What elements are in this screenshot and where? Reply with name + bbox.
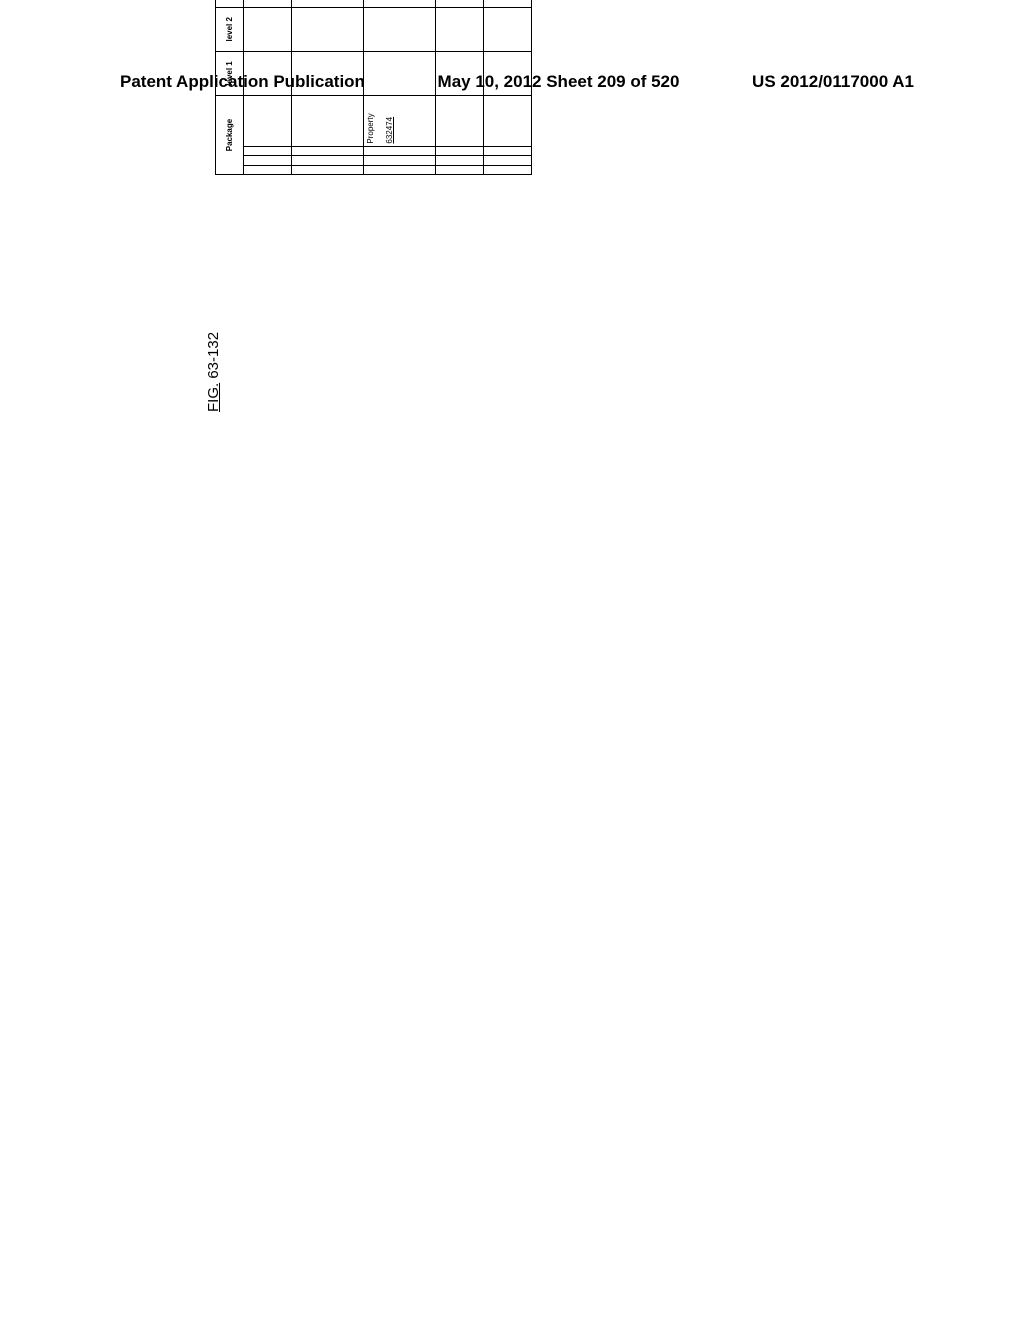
- package-cell: Property632474: [364, 96, 436, 147]
- table-row: FactorName632466Name632468: [244, 0, 292, 175]
- table-body: FactorName632466Name632468WeightingFacto…: [244, 0, 532, 175]
- package-cell: [244, 96, 292, 147]
- spacer-cell: [244, 156, 292, 165]
- header-right: US 2012/0117000 A1: [752, 72, 914, 92]
- spacer-cell: [484, 165, 532, 174]
- spacer-cell: [436, 165, 484, 174]
- level-cell: [292, 0, 364, 7]
- package-cell: [292, 96, 364, 147]
- col-package: Package: [216, 96, 244, 175]
- level-cell: [484, 0, 532, 7]
- level-cell: [436, 51, 484, 95]
- level-cell: [244, 7, 292, 51]
- col-level-3: level 3: [216, 0, 244, 7]
- level-cell: [244, 0, 292, 7]
- level-cell: [364, 7, 436, 51]
- col-level-2: level 2: [216, 7, 244, 51]
- table-row: ID632478PropertyID632480: [436, 0, 484, 175]
- figure-label: FIG. 63-132: [205, 332, 222, 412]
- package-cell: [436, 96, 484, 147]
- figure-number: 63-132: [205, 332, 222, 379]
- figure-prefix: FIG.: [205, 383, 222, 412]
- spacer-cell: [292, 146, 364, 155]
- spacer-cell: [484, 146, 532, 155]
- package-cell: [484, 96, 532, 147]
- data-table: Package level 1 level 2 level 3 level 4 …: [215, 0, 532, 175]
- spacer-cell: [292, 165, 364, 174]
- level-cell: [436, 0, 484, 7]
- table-row: Property632474Property632476: [364, 0, 436, 175]
- data-table-wrap: Package level 1 level 2 level 3 level 4 …: [215, 0, 532, 175]
- spacer-cell: [364, 156, 436, 165]
- level-cell: [484, 7, 532, 51]
- col-level-1: level 1: [216, 51, 244, 95]
- spacer-cell: [484, 156, 532, 165]
- table-row: WeightingFactorValue632470WeightingFacto…: [292, 0, 364, 175]
- table-row: Value632482PropertyValue632484: [484, 0, 532, 175]
- spacer-cell: [364, 165, 436, 174]
- spacer-cell: [292, 156, 364, 165]
- level-cell: [244, 51, 292, 95]
- spacer-cell: [244, 165, 292, 174]
- level-cell: [292, 51, 364, 95]
- spacer-cell: [244, 146, 292, 155]
- spacer-cell: [436, 156, 484, 165]
- level-cell: [364, 51, 436, 95]
- level-cell: [436, 7, 484, 51]
- level-cell: [364, 0, 436, 7]
- spacer-cell: [364, 146, 436, 155]
- spacer-cell: [436, 146, 484, 155]
- level-cell: [484, 51, 532, 95]
- level-cell: [292, 7, 364, 51]
- table-header-row: Package level 1 level 2 level 3 level 4 …: [216, 0, 244, 175]
